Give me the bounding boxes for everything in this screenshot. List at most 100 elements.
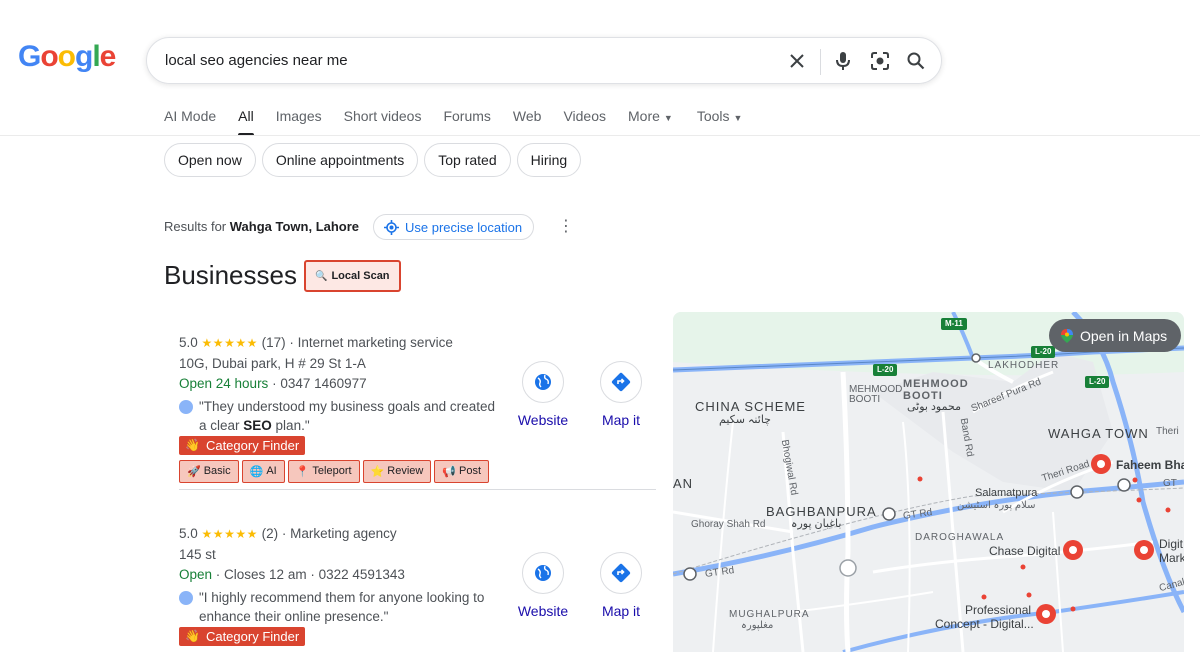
businesses-heading: Businesses xyxy=(164,260,297,290)
map-it-label: Map it xyxy=(601,412,641,428)
highway-shield: L-20 xyxy=(1085,376,1110,388)
chip-open-now[interactable]: Open now xyxy=(164,143,256,177)
map-label-china-scheme-ur: چائنہ سکیم xyxy=(719,414,771,426)
results-place: Wahga Town, Lahore xyxy=(229,219,360,234)
phone-number: 0347 1460977 xyxy=(280,376,367,391)
map-roads xyxy=(673,312,1184,652)
globe-icon: 🌐 xyxy=(249,465,264,478)
globe-icon xyxy=(522,361,564,403)
chip-top-rated[interactable]: Top rated xyxy=(424,143,511,177)
listing-divider xyxy=(179,489,656,490)
closing-time: Closes 12 am xyxy=(224,567,307,582)
maps-pin-icon xyxy=(1061,328,1073,343)
map-it-button[interactable]: Map it xyxy=(586,552,656,619)
tool-basic-button[interactable]: 🚀 Basic xyxy=(179,459,239,483)
tab-web[interactable]: Web xyxy=(513,108,542,136)
close-icon[interactable] xyxy=(784,48,810,74)
search-input[interactable]: local seo agencies near me xyxy=(165,52,348,69)
open-status: Open xyxy=(179,567,213,582)
open-in-maps-label: Open in Maps xyxy=(1080,327,1168,344)
map-label-an: AN xyxy=(673,476,694,491)
map-label-salamatpura: Salamatpura xyxy=(975,487,1038,499)
tab-more-label: More xyxy=(628,108,660,124)
hand-wave-icon: 👋 xyxy=(185,438,200,452)
location-target-icon xyxy=(384,219,399,235)
category-finder-label: Category Finder xyxy=(205,628,300,644)
category-finder-button[interactable]: 👋 Category Finder xyxy=(179,626,306,646)
chevron-down-icon: ▼ xyxy=(733,113,743,123)
local-scan-button[interactable]: 🔍 Local Scan xyxy=(304,260,401,292)
map-pin-label-professional[interactable]: Professional xyxy=(965,603,1031,617)
category-finder-button[interactable]: 👋 Category Finder xyxy=(179,435,306,455)
chevron-down-icon: ▼ xyxy=(663,113,673,123)
map-label-lakhodher: LAKHODHER xyxy=(988,360,1060,371)
map-label-china-scheme: CHINA SCHEME xyxy=(695,399,806,414)
hand-wave-icon: 👋 xyxy=(185,629,200,643)
chip-online-appointments[interactable]: Online appointments xyxy=(261,143,419,177)
tool-teleport-button[interactable]: 📍 Teleport xyxy=(287,459,360,483)
map-label-mughalpura-ur: مغلپورہ xyxy=(741,620,774,631)
tool-ai-label: AI xyxy=(266,465,277,477)
phone-number: 0322 4591343 xyxy=(318,567,405,582)
directions-icon xyxy=(600,361,642,403)
local-scan-label: Local Scan xyxy=(331,270,390,282)
filter-chips: Open now Online appointments Top rated H… xyxy=(164,143,587,177)
google-logo[interactable]: Google xyxy=(18,40,116,74)
tool-post-label: Post xyxy=(459,465,482,477)
tool-review-button[interactable]: ⭐ Review xyxy=(362,459,432,483)
chip-hiring[interactable]: Hiring xyxy=(516,143,582,177)
use-precise-location-button[interactable]: Use precise location xyxy=(373,214,535,240)
map-pin-label-chase-digital[interactable]: Chase Digital xyxy=(989,544,1060,558)
tabs-divider xyxy=(0,135,1200,136)
map-label-daroghawala: DAROGHAWALA xyxy=(915,532,1005,543)
map-pin-label-concept-digital[interactable]: Concept - Digital... xyxy=(935,617,1034,631)
tool-review-label: Review xyxy=(387,465,424,477)
star-icon: ⭐ xyxy=(370,465,385,478)
quote-text-post: plan." xyxy=(271,417,310,433)
website-label: Website xyxy=(517,412,569,428)
map-pin-label-faheem[interactable]: Faheem Bha xyxy=(1116,458,1184,472)
map-label-mughalpura: MUGHALPURA xyxy=(729,609,810,620)
more-options-icon[interactable]: ⋮ xyxy=(558,219,574,235)
website-label: Website xyxy=(517,603,569,619)
map-pin-label-mark[interactable]: Mark xyxy=(1159,551,1184,565)
business-category: Marketing agency xyxy=(290,526,397,541)
rocket-icon: 🚀 xyxy=(187,465,201,478)
search-icon[interactable] xyxy=(903,48,929,74)
map-label-salamatpura-ur: سلام پورہ اسٹیشن xyxy=(957,500,1036,511)
open-in-maps-button[interactable]: Open in Maps xyxy=(1049,319,1182,352)
lens-icon[interactable] xyxy=(867,48,893,74)
tab-all[interactable]: All xyxy=(238,108,254,136)
map-panel[interactable]: M-11 L-20 L-20 L-20 CHINA SCHEME چائنہ س… xyxy=(673,312,1184,652)
website-button[interactable]: Website xyxy=(508,552,578,619)
map-pin-label-digit[interactable]: Digit xyxy=(1159,537,1183,551)
tab-short-videos[interactable]: Short videos xyxy=(344,108,422,136)
open-status: Open 24 hours xyxy=(179,376,269,391)
quote-text: "I highly recommend them for anyone look… xyxy=(199,589,485,624)
rating-value: 5.0 xyxy=(179,526,198,541)
tab-ai-mode[interactable]: AI Mode xyxy=(164,108,216,136)
quote-highlight: SEO xyxy=(243,417,272,433)
tab-videos[interactable]: Videos xyxy=(563,108,606,136)
tab-tools-label: Tools xyxy=(696,108,730,124)
tab-tools[interactable]: Tools ▼ xyxy=(697,108,743,136)
website-button[interactable]: Website xyxy=(508,361,578,428)
tab-more[interactable]: More ▼ xyxy=(628,108,673,136)
tool-ai-button[interactable]: 🌐 AI xyxy=(241,459,285,483)
business-category: Internet marketing service xyxy=(297,335,453,350)
map-label-mehmood-booti: MEHMOOD BOOTI xyxy=(903,378,969,402)
search-box[interactable]: local seo agencies near me xyxy=(146,37,942,84)
map-label-mehmood-booti-small: MEHMOOD BOOTI xyxy=(849,384,903,405)
mic-icon[interactable] xyxy=(830,48,856,74)
tool-post-button[interactable]: 📢 Post xyxy=(434,459,490,483)
reviewer-avatar xyxy=(179,399,193,414)
search-tabs: AI Mode All Images Short videos Forums W… xyxy=(164,108,764,136)
review-count: (2) xyxy=(261,526,279,541)
tab-images[interactable]: Images xyxy=(276,108,322,136)
map-it-button[interactable]: Map it xyxy=(586,361,656,428)
map-label-ghoray-shah: Ghoray Shah Rd xyxy=(691,519,766,530)
map-label-gt: GT xyxy=(1163,478,1177,489)
search-divider xyxy=(820,49,821,75)
highway-shield: M-11 xyxy=(941,318,967,330)
tab-forums[interactable]: Forums xyxy=(443,108,490,136)
